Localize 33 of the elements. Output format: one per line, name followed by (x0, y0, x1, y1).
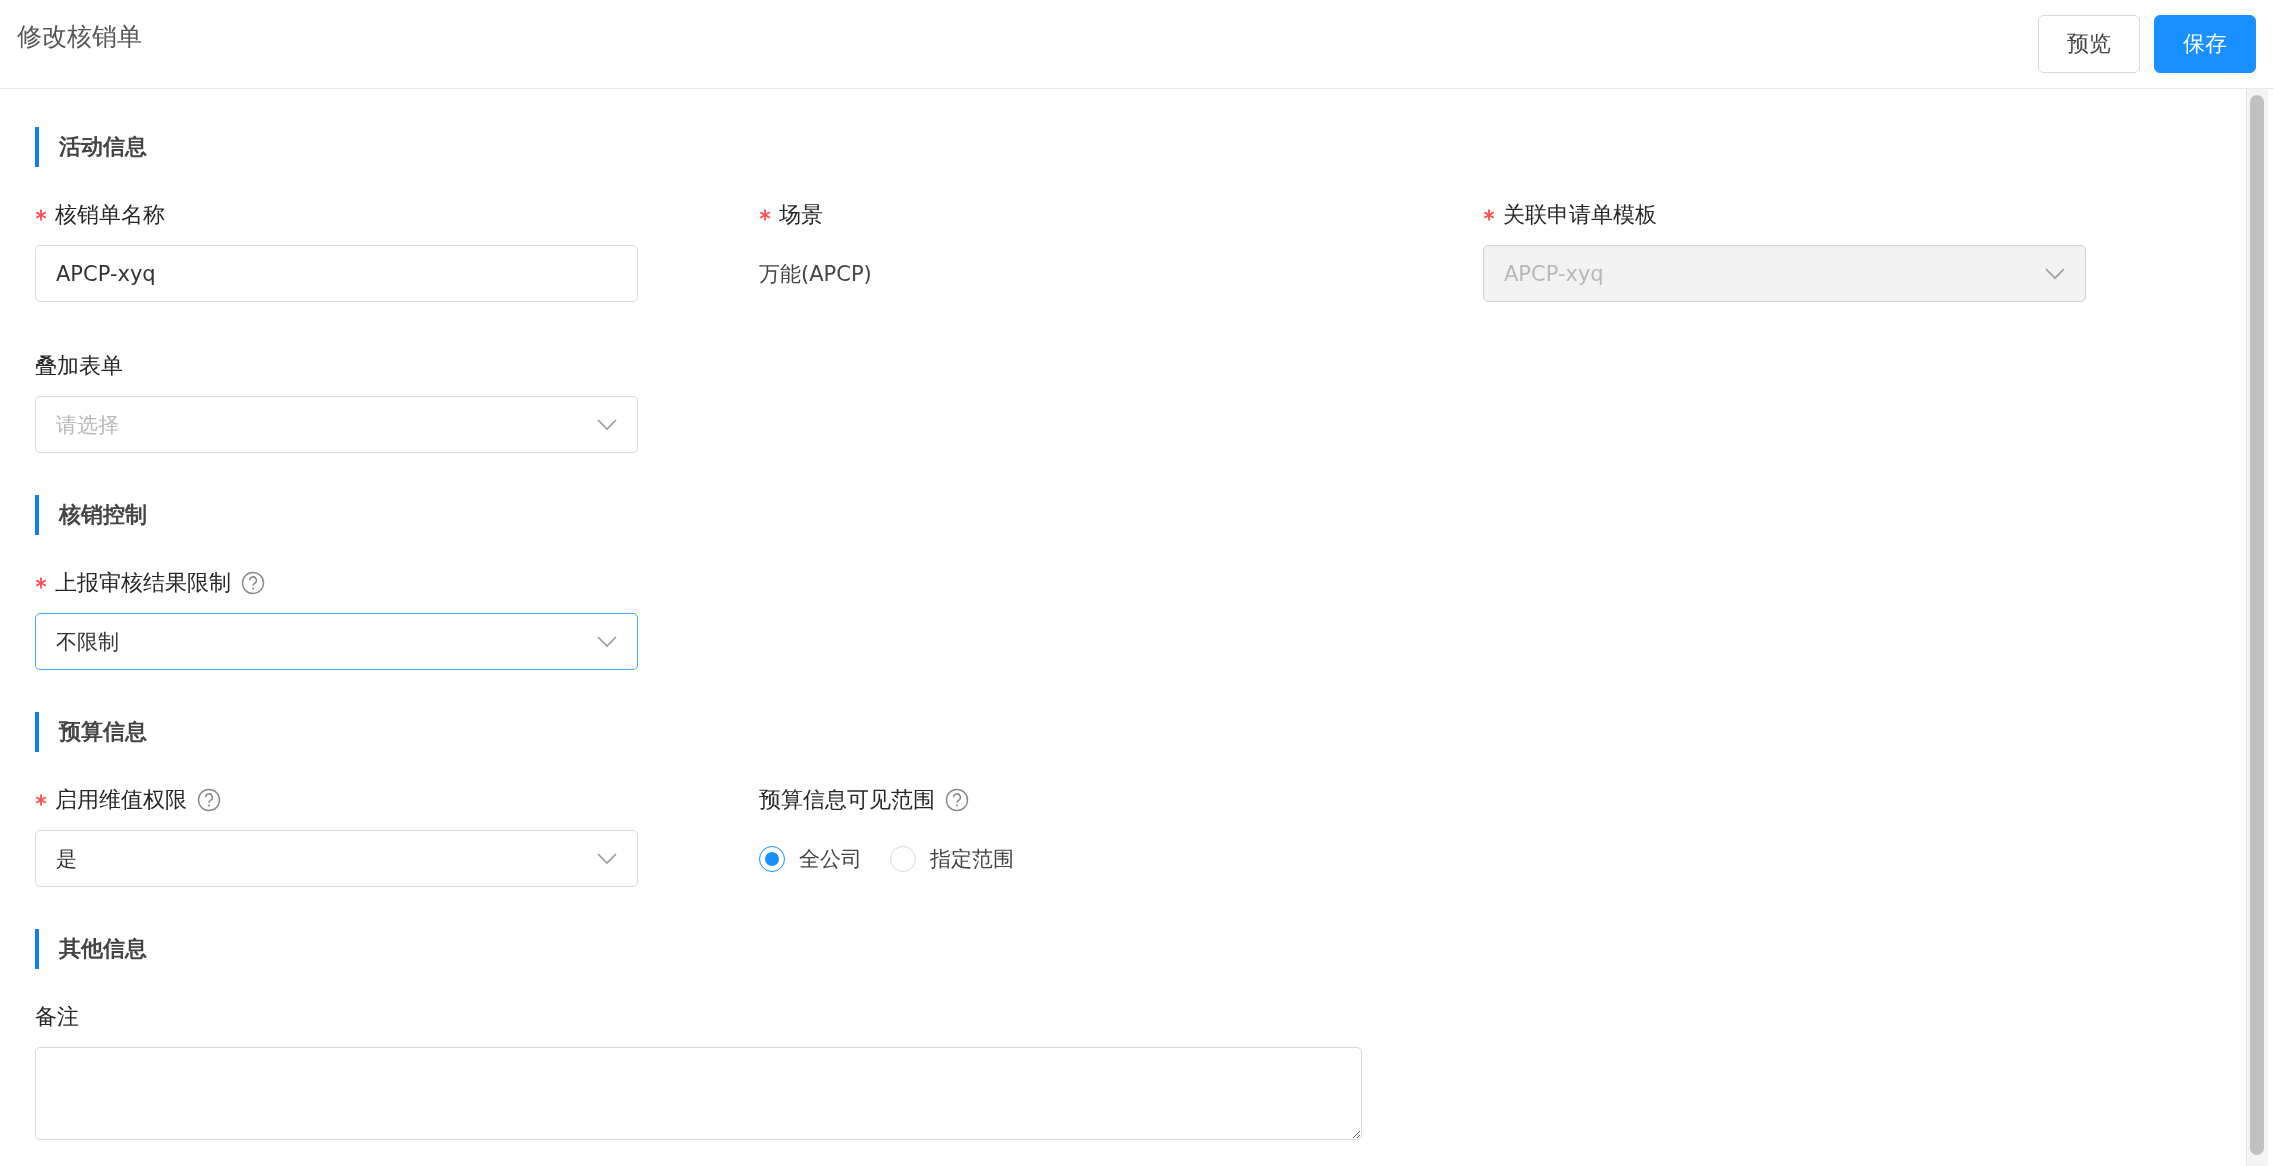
field-value: 万能(APCP) (759, 260, 872, 288)
radio-label[interactable]: 全公司 (799, 844, 862, 873)
page-title: 修改核销单 (17, 21, 142, 53)
select-field[interactable]: 不限制 (35, 613, 638, 670)
section-header: 活动信息 (35, 127, 2211, 167)
field-label: 上报审核结果限制 (55, 569, 231, 597)
field-label: 核销单名称 (55, 201, 165, 229)
select-placeholder: 请选择 (56, 411, 119, 439)
chevron-down-icon (597, 635, 617, 648)
help-icon[interactable] (197, 788, 221, 812)
radio-button[interactable] (759, 845, 785, 872)
help-icon[interactable] (241, 571, 265, 595)
field-label: 场景 (779, 201, 823, 229)
field-label: 预算信息可见范围 (759, 786, 935, 814)
chevron-down-icon (597, 852, 617, 865)
chevron-down-icon (2045, 267, 2065, 280)
help-icon[interactable] (945, 788, 969, 812)
section-header: 核销控制 (35, 495, 2211, 535)
scrollbar[interactable] (2246, 89, 2268, 1166)
select-value: APCP-xyq (1504, 261, 1604, 286)
field-label: 关联申请单模板 (1503, 201, 1657, 229)
select-value: 是 (56, 845, 77, 873)
field-label: 备注 (35, 1003, 79, 1031)
name-input-field[interactable]: APCP-xyq (35, 245, 638, 302)
chevron-down-icon (597, 418, 617, 431)
radio-label[interactable]: 指定范围 (930, 844, 1014, 873)
section-header: 预算信息 (35, 712, 2211, 752)
field-label: 启用维值权限 (55, 786, 187, 814)
field-label: 叠加表单 (35, 352, 123, 380)
select-value: 不限制 (56, 628, 119, 656)
section-header: 其他信息 (35, 929, 2211, 969)
select-field[interactable]: 是 (35, 830, 638, 887)
preview-button[interactable]: 预览 (2038, 15, 2140, 73)
